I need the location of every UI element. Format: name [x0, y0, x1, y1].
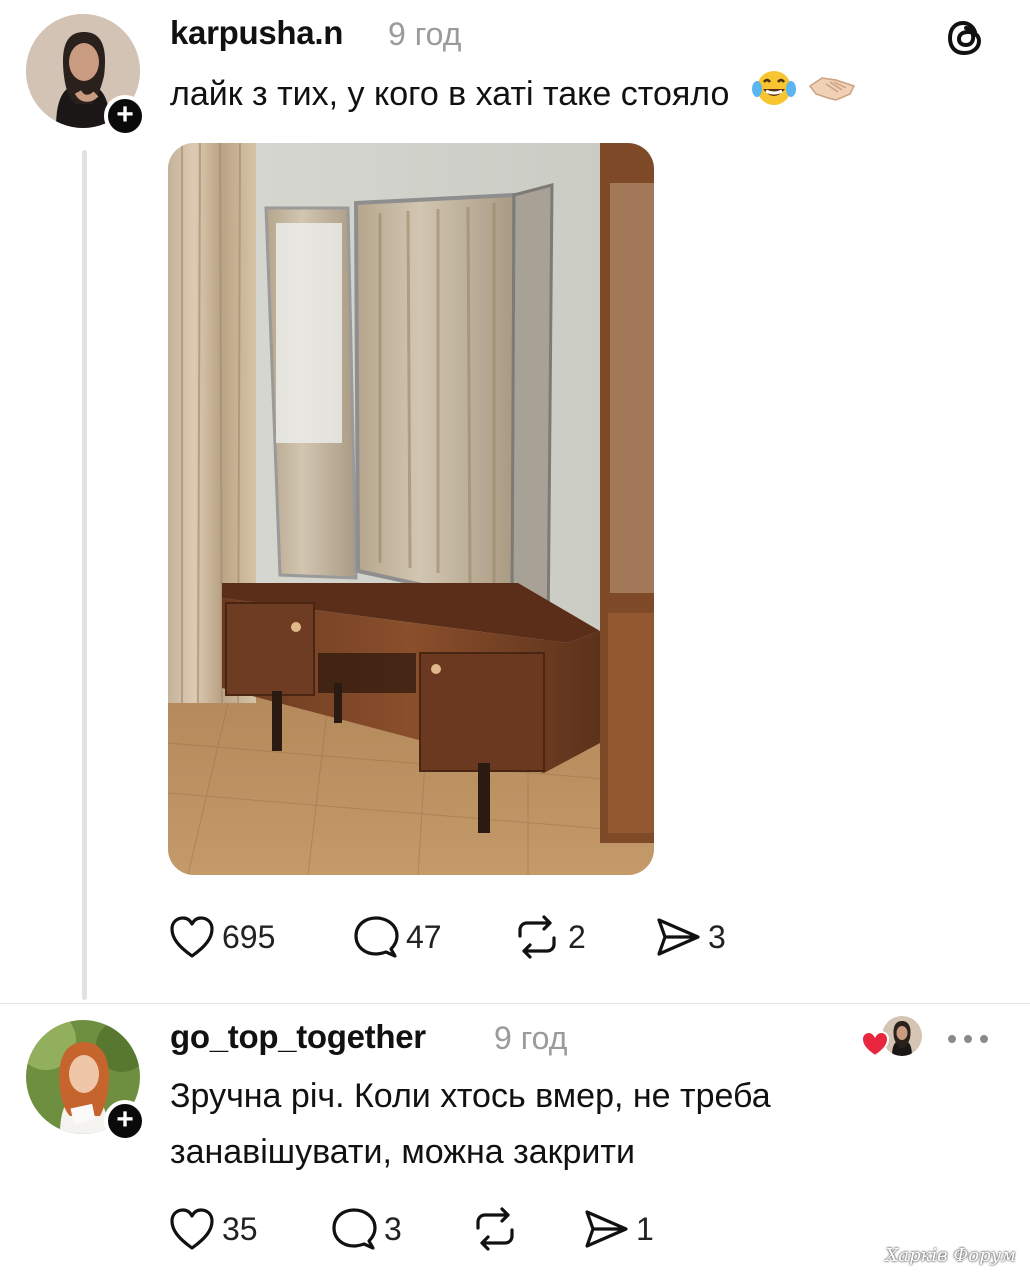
- comment-count: 47: [406, 918, 442, 955]
- send-icon: [585, 1210, 628, 1248]
- heart-icon: [170, 1208, 214, 1250]
- post-username[interactable]: karpusha.n: [170, 14, 343, 52]
- follow-reply-author-button[interactable]: +: [104, 1100, 146, 1142]
- share-action[interactable]: 3: [654, 914, 726, 960]
- watermark: Харків Форум: [885, 1245, 1016, 1266]
- comment-bubble-icon: [354, 916, 399, 958]
- comment-action[interactable]: 47: [352, 914, 442, 960]
- comment-bubble-icon: [332, 1208, 377, 1250]
- threads-logo-icon[interactable]: [944, 16, 988, 60]
- reply-share-count: 1: [636, 1210, 654, 1247]
- laughing-tears-emoji-icon: [751, 67, 797, 126]
- post-text: лайк з тих, у кого в хаті таке стояло: [170, 66, 858, 126]
- follow-author-button[interactable]: +: [104, 95, 146, 137]
- repost-icon: [518, 915, 556, 959]
- reply-comment-action[interactable]: 3: [330, 1206, 402, 1252]
- like-action[interactable]: 695: [168, 914, 275, 960]
- author-liked-indicator: [858, 1016, 924, 1060]
- like-count: 695: [222, 918, 276, 955]
- reply-share-action[interactable]: 1: [582, 1206, 654, 1252]
- reply-text-line-1: Зручна річ. Коли хтось вмер, не треба: [170, 1077, 771, 1115]
- repost-action[interactable]: 2: [512, 914, 586, 960]
- reply-comment-count: 3: [384, 1210, 402, 1247]
- reply-time: 9 год: [494, 1020, 568, 1056]
- post-time: 9 год: [388, 16, 462, 52]
- reply-text-line-2: занавішувати, можна закрити: [170, 1133, 635, 1171]
- divider: [0, 1003, 1030, 1004]
- repost-icon: [476, 1207, 514, 1251]
- repost-count: 2: [568, 918, 586, 955]
- reply-username[interactable]: go_top_together: [170, 1018, 426, 1056]
- more-options-icon[interactable]: [946, 1032, 990, 1044]
- share-count: 3: [708, 918, 726, 955]
- post-photo[interactable]: [168, 143, 654, 875]
- reply-like-action[interactable]: 35: [168, 1206, 258, 1252]
- reply-like-count: 35: [222, 1210, 258, 1247]
- reply-repost-action[interactable]: [470, 1206, 526, 1252]
- post-text-content: лайк з тих, у кого в хаті таке стояло: [170, 75, 730, 113]
- thread-line: [82, 150, 87, 1000]
- send-icon: [657, 918, 700, 956]
- handshake-emoji-icon: [806, 68, 858, 125]
- red-heart-icon: [860, 1030, 890, 1058]
- heart-icon: [170, 916, 214, 958]
